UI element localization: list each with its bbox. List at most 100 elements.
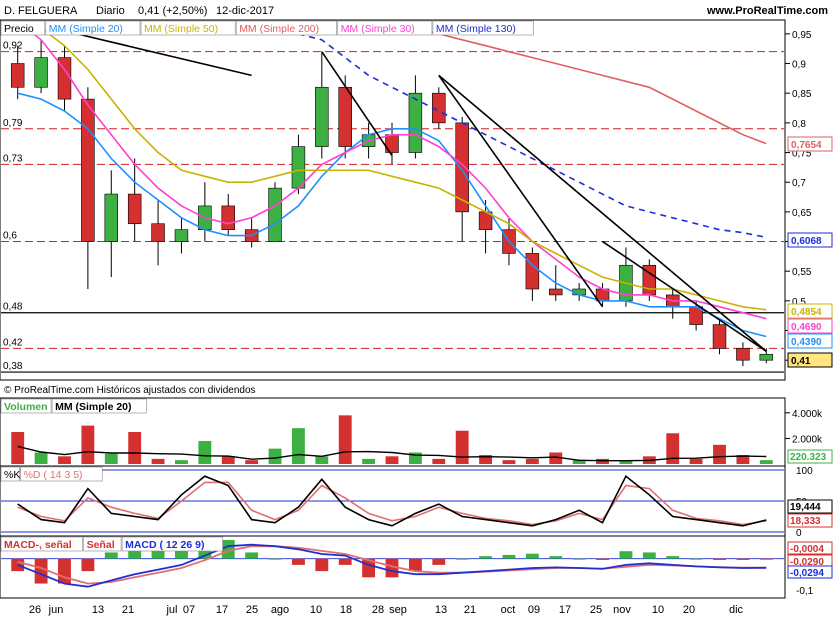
x-axis-label: dic (729, 604, 744, 616)
volume-bar (245, 460, 259, 464)
x-axis-label: nov (613, 604, 631, 616)
stock-chart: D. FELGUERA Diario 0,41 (+2,50%) 12-dic-… (0, 0, 835, 616)
legend-label: MM (Simple 50) (144, 23, 218, 35)
macd-histogram-bar (291, 558, 305, 565)
volume-bar (34, 452, 48, 464)
stochastic-legend: %K %D ( 14 3 5) (0, 466, 103, 482)
price-y-tick-label: 0,8 (792, 119, 806, 130)
macd-histogram-bar (666, 556, 680, 559)
price-y-tick-label: 0,65 (792, 208, 812, 219)
macd-histogram-bar (104, 552, 118, 559)
level-label: 0,79 (3, 118, 23, 129)
legend-label: MM (Simple 20) (55, 401, 131, 413)
macd-tag-text: -0,0294 (790, 568, 824, 579)
volume-bar (338, 415, 352, 464)
level-label: 0,73 (3, 153, 23, 164)
legend-label: %D ( 14 3 5) (24, 469, 83, 481)
candle-body (315, 86, 329, 147)
level-label: 0,6 (3, 231, 17, 242)
volume-bar (502, 460, 516, 464)
legend-label: Precio (4, 23, 34, 35)
x-axis-label: 26 (29, 604, 41, 616)
x-axis: 26 jun 13 21 jul 07 17 25 ago 10 18 28 sep 13 21 oct 09 1… (29, 604, 744, 616)
candle-body (291, 146, 306, 189)
stoch-y-tick-label: 100 (796, 466, 813, 477)
candle-body (34, 57, 48, 88)
x-axis-label: 18 (340, 604, 352, 616)
x-axis-label: 20 (683, 604, 695, 616)
value-tag-text: 0,6068 (791, 236, 822, 247)
x-axis-label: 10 (310, 604, 322, 616)
volume-tag-text: 220.323 (790, 452, 827, 463)
macd-histogram-bar (315, 558, 329, 572)
x-axis-label: 17 (216, 604, 228, 616)
legend-label: MACD-, señal (4, 539, 72, 551)
x-axis-label: 21 (122, 604, 134, 616)
macd-histogram-bar (525, 553, 539, 559)
macd-histogram-bar (549, 556, 563, 559)
legend-label: MM (Simple 130) (436, 23, 516, 35)
x-axis-label: jun (48, 604, 64, 616)
candle-body (408, 92, 423, 153)
candle-body (174, 229, 189, 242)
volume-bar (385, 456, 399, 464)
volume-y-tick-label: 4.000k (792, 409, 823, 420)
volume-bar (221, 456, 235, 464)
macd-histogram-bar (689, 558, 703, 560)
x-axis-label: jul (165, 604, 177, 616)
volume-bar (104, 453, 118, 464)
level-label: 0,92 (3, 41, 23, 52)
volume-bar (362, 458, 376, 464)
candle-body (712, 324, 727, 349)
macd-legend: MACD-, señal Señal MACD ( 12 26 9) (0, 536, 223, 552)
x-axis-label: 25 (590, 604, 602, 616)
level-label: 0,38 (3, 361, 23, 372)
x-axis-label: 17 (559, 604, 571, 616)
candle-body (338, 86, 352, 147)
x-axis-label: oct (501, 604, 516, 616)
volume-bar (81, 425, 95, 464)
volume-bar (455, 430, 469, 464)
volume-bar (268, 448, 282, 464)
legend-label: MM (Simple 30) (341, 23, 415, 35)
value-tag-text: 0,4390 (791, 337, 822, 348)
candle-body (549, 288, 563, 296)
volume-bar (525, 458, 539, 464)
candle-body (10, 63, 25, 88)
macd-histogram-bar (736, 558, 750, 560)
volume-bar (713, 444, 726, 464)
volume-bar (128, 432, 142, 464)
macd-histogram-bar (502, 554, 516, 559)
legend-label: %K (4, 469, 20, 481)
candle-body (736, 348, 750, 361)
volume-y-axis: 4.000k 2.000k (785, 409, 823, 445)
volume-legend: Volumen MM (Simple 20) (0, 398, 147, 414)
macd-histogram-bar (58, 558, 71, 584)
macd-histogram-bar (619, 551, 633, 559)
x-axis-label: 07 (183, 604, 195, 616)
price-y-tick-label: 0,55 (792, 267, 812, 278)
candle-body (104, 193, 119, 242)
header-site[interactable]: www.ProRealTime.com (706, 5, 828, 17)
legend-label: Volumen (4, 401, 48, 413)
macd-histogram-bar (81, 558, 95, 572)
stoch-tag-text: 18,333 (790, 516, 821, 527)
volume-bar (432, 458, 446, 464)
macd-histogram-bar (596, 558, 609, 560)
macd-histogram-bar (338, 558, 352, 565)
macd-histogram-bar (11, 558, 25, 572)
price-y-tick-label: 0,85 (792, 89, 812, 100)
header-quote: 0,41 (+2,50%) (138, 5, 207, 17)
x-axis-label: ago (271, 604, 289, 616)
value-tag-text: 0,4854 (791, 307, 822, 318)
volume-bar (175, 460, 188, 464)
macd-histogram-bar (268, 558, 282, 560)
volume-value-tag: 220.323 (787, 449, 833, 464)
volume-bar (58, 456, 71, 464)
x-axis-label: 09 (528, 604, 540, 616)
value-tag-text: 0,41 (791, 356, 811, 367)
price-y-tick-label: 0,7 (792, 178, 806, 189)
price-value-tags: 0,7654 0,6068 0,4854 0,4690 0,4390 0,41 (787, 136, 833, 368)
legend-label: MM (Simple 200) (239, 23, 319, 35)
volume-bar (315, 456, 329, 464)
